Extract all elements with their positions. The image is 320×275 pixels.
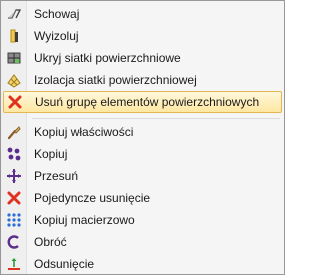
menu-item-label: Wyizoluj xyxy=(34,29,79,43)
hide-mesh-icon xyxy=(3,47,25,69)
menu-item-label: Obróć xyxy=(34,235,67,249)
menu-item-copy-properties[interactable]: Kopiuj właściwości xyxy=(3,121,282,143)
isolate-mesh-icon xyxy=(3,69,25,91)
delete-x-icon xyxy=(4,91,26,113)
menu-item-isolate[interactable]: Wyizoluj xyxy=(3,25,282,47)
menu-item-rotate[interactable]: Obróć xyxy=(3,231,282,253)
menu-item-label: Kopiuj macierzowo xyxy=(34,213,135,227)
rotate-icon xyxy=(3,231,25,253)
menu-item-label: Izolacja siatki powierzchniowej xyxy=(34,73,197,87)
menu-item-array-copy[interactable]: Kopiuj macierzowo xyxy=(3,209,282,231)
menu-item-label: Odsunięcie xyxy=(34,257,95,271)
menu-item-hide-mesh[interactable]: Ukryj siatki powierzchniowe xyxy=(3,47,282,69)
menu-item-single-delete[interactable]: Pojedyncze usunięcie xyxy=(3,187,282,209)
isolate-icon xyxy=(3,25,25,47)
menu-item-hide[interactable]: Schowaj xyxy=(3,3,282,25)
array-copy-icon xyxy=(3,209,25,231)
menu-item-label: Schowaj xyxy=(34,7,80,21)
copy-icon xyxy=(3,143,25,165)
menu-item-label: Przesuń xyxy=(34,169,79,183)
menu-item-label: Usuń grupę elementów powierzchniowych xyxy=(35,95,260,109)
offset-icon xyxy=(3,253,25,275)
context-menu: Schowaj Wyizoluj Ukryj siatki powierzchn… xyxy=(0,0,285,275)
menu-separator xyxy=(32,118,280,119)
move-icon xyxy=(3,165,25,187)
menu-item-label: Kopiuj xyxy=(34,147,68,161)
menu-item-label: Ukryj siatki powierzchniowe xyxy=(34,51,181,65)
menu-item-move[interactable]: Przesuń xyxy=(3,165,282,187)
menu-item-offset[interactable]: Odsunięcie xyxy=(3,253,282,275)
menu-item-delete-surface-group[interactable]: Usuń grupę elementów powierzchniowych xyxy=(3,91,282,113)
single-delete-icon xyxy=(3,187,25,209)
hide-icon xyxy=(3,3,25,25)
brush-icon xyxy=(3,121,25,143)
menu-item-label: Pojedyncze usunięcie xyxy=(34,191,151,205)
menu-item-label: Kopiuj właściwości xyxy=(34,125,134,139)
menu-item-isolate-mesh[interactable]: Izolacja siatki powierzchniowej xyxy=(3,69,282,91)
menu-item-copy[interactable]: Kopiuj xyxy=(3,143,282,165)
